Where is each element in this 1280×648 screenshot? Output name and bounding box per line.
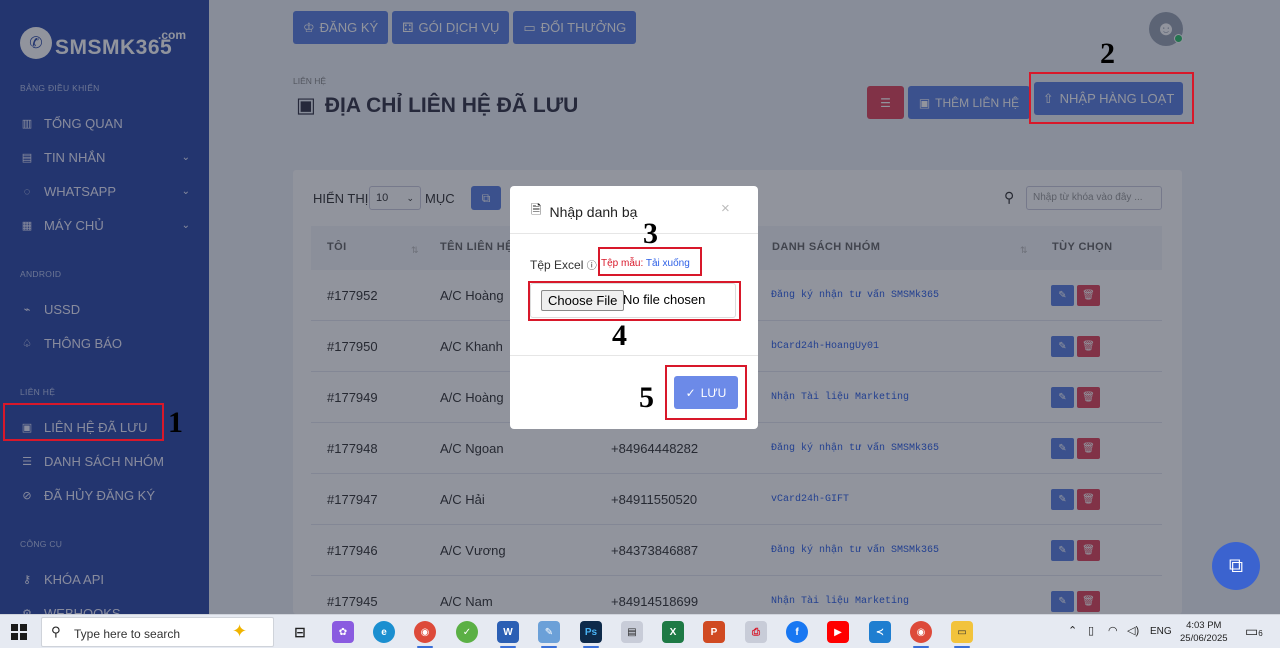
volume-icon[interactable]: ◁) [1127,624,1139,637]
pdf-app-icon[interactable]: ⎙ [745,621,767,643]
excel-app-icon[interactable]: X [662,621,684,643]
annotation-number-5: 5 [639,381,654,414]
paint-app-icon[interactable]: ✎ [538,621,560,643]
taskbar-search-input[interactable]: ⚲ Type here to search ✦ [41,617,274,647]
modal-footer-divider [510,355,758,356]
windows-taskbar: ⚲ Type here to search ✦ ⊟ ✿ e ◉ ✓ W ✎ Ps… [0,614,1280,648]
annotation-box-2 [1029,72,1194,124]
taskbar-search-placeholder: Type here to search [74,627,181,641]
file-explorer-app-icon[interactable]: ▭ [951,621,973,643]
annotation-box-5 [665,365,747,420]
coccoc-app-icon[interactable]: ✓ [456,621,478,643]
document-app-icon[interactable]: ▤ [621,621,643,643]
battery-icon[interactable]: ▯ [1088,624,1094,637]
photoshop-app-icon[interactable]: Ps [580,621,602,643]
edge-app-icon[interactable]: e [373,621,395,643]
powerpoint-app-icon[interactable]: P [703,621,725,643]
annotation-box-4 [528,281,741,321]
info-icon: ⓘ [586,261,597,272]
modal-title: 🗎 Nhập danh bạ [531,201,637,223]
clock-date: 25/06/2025 [1180,633,1228,644]
notification-icon[interactable]: ▭6 [1245,623,1263,640]
copilot-sparkle-icon: ✦ [232,621,248,641]
language-indicator[interactable]: ENG [1150,626,1172,637]
chevron-up-icon[interactable]: ⌃ [1068,624,1077,637]
vscode-app-icon[interactable]: ≺ [869,621,891,643]
annotation-box-1 [3,403,164,441]
modal-title-text: Nhập danh bạ [549,204,638,220]
translate-icon: ⧉ [1228,554,1244,577]
translate-fab-button[interactable]: ⧉ [1212,542,1260,590]
facebook-app-icon[interactable]: f [786,621,808,643]
wifi-icon[interactable]: ◠ [1108,624,1118,637]
close-icon[interactable]: × [721,200,730,217]
annotation-box-3 [598,247,702,276]
task-view-icon[interactable]: ⊟ [289,621,311,643]
notification-count: 6 [1258,629,1263,638]
chrome-app-icon[interactable]: ◉ [414,621,436,643]
clock-time: 4:03 PM [1186,620,1222,631]
annotation-number-4: 4 [612,319,627,352]
chrome-active-app-icon[interactable]: ◉ [910,621,932,643]
modal-header: 🗎 Nhập danh bạ × [510,186,758,234]
youtube-app-icon[interactable]: ▶ [827,621,849,643]
word-app-icon[interactable]: W [497,621,519,643]
copilot-app-icon[interactable]: ✿ [332,621,354,643]
clock[interactable]: 4:03 PM 25/06/2025 [1180,619,1228,645]
search-icon: ⚲ [51,624,61,639]
annotation-number-1: 1 [168,406,183,439]
annotation-number-3: 3 [643,217,658,250]
excel-label: Tệp Excel ⓘ [530,257,597,272]
excel-file-icon: 🗎 [531,202,542,217]
excel-label-text: Tệp Excel [530,258,584,272]
windows-start-icon[interactable] [11,624,27,640]
annotation-number-2: 2 [1100,37,1115,70]
